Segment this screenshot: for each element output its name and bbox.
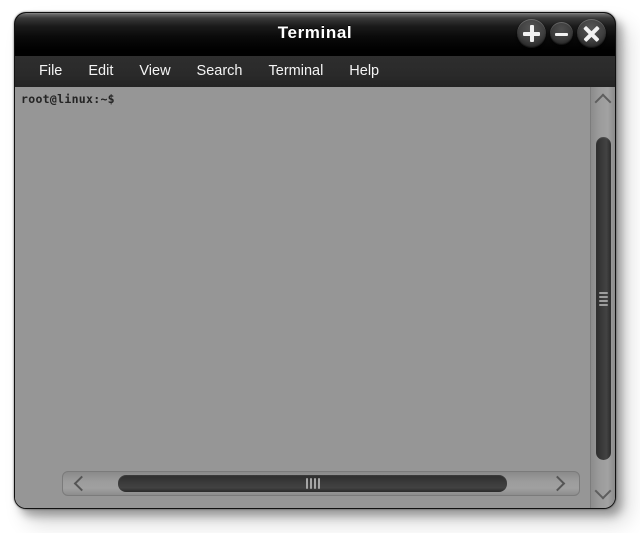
minimize-button[interactable]	[550, 22, 573, 45]
window-body: root@linux:~$	[15, 87, 615, 508]
vertical-scrollbar[interactable]	[590, 87, 615, 508]
menu-bar: File Edit View Search Terminal Help	[15, 55, 615, 87]
menu-item-view[interactable]: View	[126, 60, 183, 83]
vertical-thumb-grip-icon	[599, 291, 608, 306]
chevron-down-icon	[594, 482, 612, 500]
menu-item-help[interactable]: Help	[336, 60, 392, 83]
minus-icon	[555, 32, 568, 36]
scroll-right-button[interactable]	[543, 473, 577, 494]
menu-item-file[interactable]: File	[26, 60, 75, 83]
chevron-left-icon	[73, 475, 90, 492]
maximize-button[interactable]	[517, 19, 546, 48]
horizontal-thumb-grip-icon	[305, 478, 320, 489]
terminal-output-area[interactable]: root@linux:~$	[15, 87, 590, 508]
close-button[interactable]	[577, 19, 606, 48]
terminal-prompt-line: root@linux:~$	[21, 92, 115, 106]
chevron-right-icon	[549, 475, 566, 492]
menu-item-terminal[interactable]: Terminal	[256, 60, 337, 83]
scroll-down-button[interactable]	[593, 479, 614, 507]
scroll-up-button[interactable]	[593, 88, 614, 116]
menu-item-edit[interactable]: Edit	[75, 60, 126, 83]
chevron-up-icon	[594, 93, 612, 111]
terminal-window: Terminal File Edit View Search Terminal …	[14, 12, 616, 509]
horizontal-scrollbar[interactable]	[62, 471, 580, 496]
plus-icon-stroke	[530, 25, 534, 42]
window-controls	[517, 19, 606, 48]
horizontal-scrollbar-thumb[interactable]	[118, 475, 507, 492]
title-bar[interactable]: Terminal	[15, 13, 615, 55]
vertical-scrollbar-thumb[interactable]	[596, 137, 611, 460]
scroll-left-button[interactable]	[65, 473, 99, 494]
menu-item-search[interactable]: Search	[184, 60, 256, 83]
